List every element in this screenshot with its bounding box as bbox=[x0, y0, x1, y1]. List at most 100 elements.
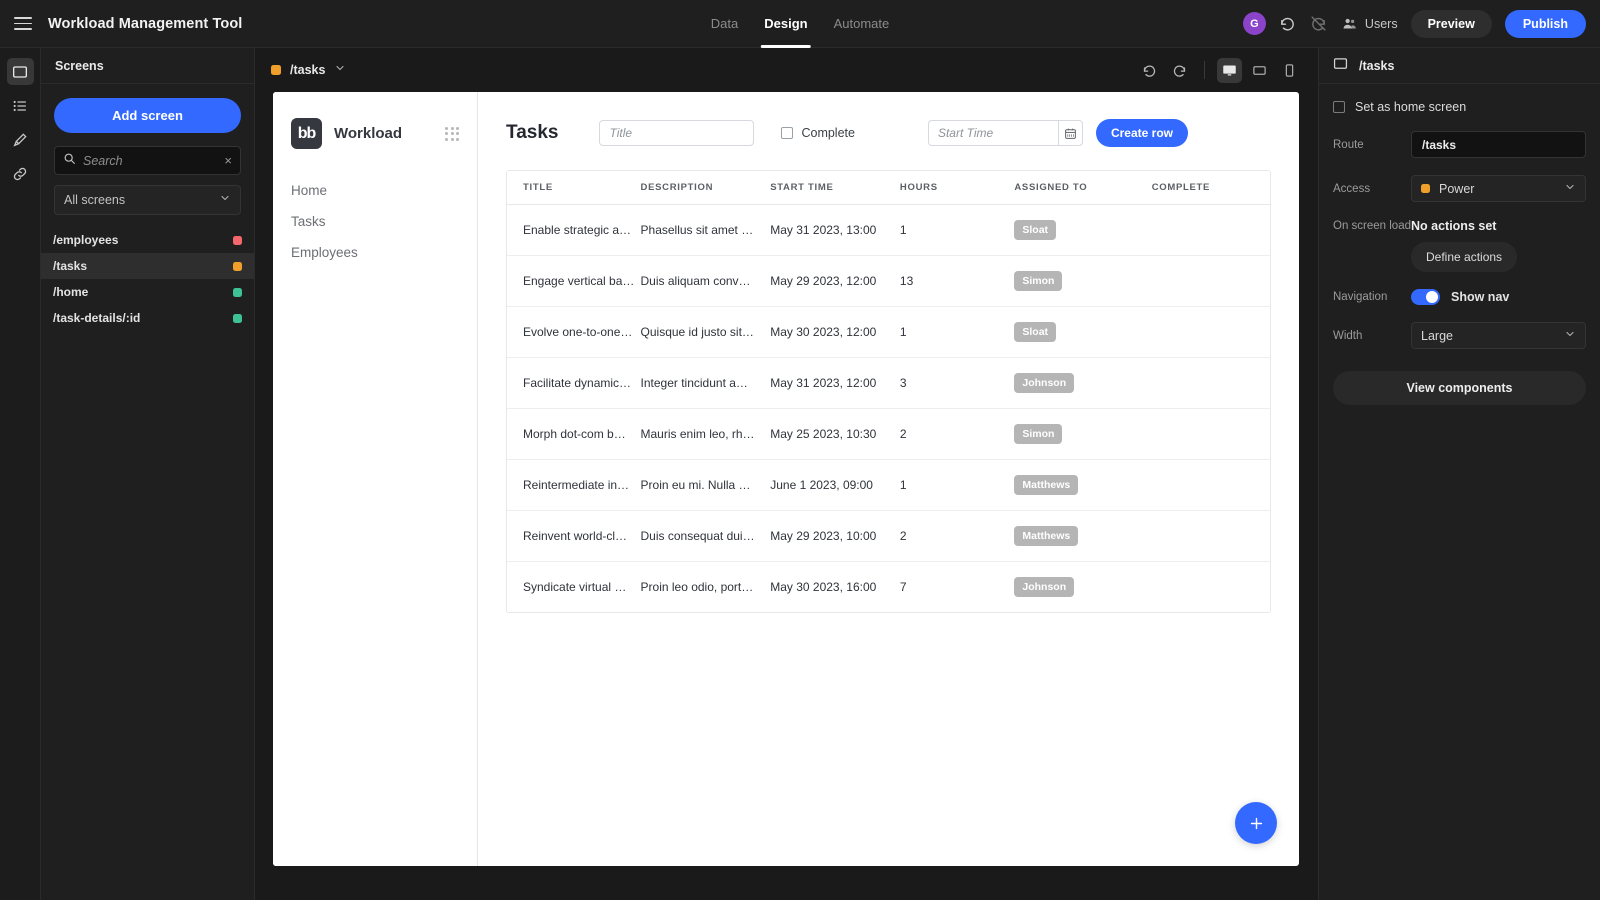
cell-assigned-to: Matthews bbox=[1014, 510, 1152, 562]
app-nav-tasks[interactable]: Tasks bbox=[273, 206, 477, 237]
rail-link-icon[interactable] bbox=[7, 160, 34, 187]
screens-body: Add screen Search × All screens bbox=[41, 84, 254, 215]
tablet-icon[interactable] bbox=[1247, 58, 1272, 83]
top-nav: Data Design Automate bbox=[711, 0, 889, 48]
clear-search-icon[interactable]: × bbox=[224, 153, 232, 168]
screen-color-dot bbox=[233, 235, 242, 245]
navigation-label: Navigation bbox=[1333, 291, 1388, 303]
cell-hours: 1 bbox=[899, 306, 1015, 358]
desktop-icon[interactable] bbox=[1217, 57, 1242, 83]
table-row[interactable]: Reinvent world-cl… Duis consequat dui… M… bbox=[507, 510, 1270, 562]
table-row[interactable]: Engage vertical ba… Duis aliquam conv… M… bbox=[507, 255, 1270, 307]
table-row[interactable]: Syndicate virtual … Proin leo odio, port… bbox=[507, 562, 1270, 613]
cell-title: Reinvent world-cl… bbox=[507, 510, 641, 562]
cell-description: Integer tincidunt a… bbox=[640, 357, 771, 409]
col-description[interactable]: DESCRIPTION bbox=[640, 171, 771, 205]
route-label: Route bbox=[1333, 138, 1364, 151]
drag-grip-icon[interactable] bbox=[445, 126, 459, 141]
access-select[interactable]: Power bbox=[1411, 175, 1586, 202]
redo-disabled-icon[interactable] bbox=[1310, 15, 1328, 33]
width-value: Large bbox=[1421, 328, 1453, 343]
cell-complete bbox=[1151, 459, 1270, 511]
publish-button[interactable]: Publish bbox=[1504, 9, 1586, 38]
view-components-button[interactable]: View components bbox=[1333, 371, 1586, 405]
calendar-icon[interactable] bbox=[1057, 120, 1083, 146]
app-brand: bb Workload bbox=[273, 118, 477, 149]
screen-list-item-home[interactable]: /home bbox=[41, 279, 254, 305]
cell-start-time: May 31 2023, 12:00 bbox=[770, 357, 900, 409]
chevron-down-icon bbox=[1564, 327, 1576, 345]
table-row[interactable]: Reintermediate in… Proin eu mi. Nulla … … bbox=[507, 459, 1270, 511]
undo-icon[interactable] bbox=[1279, 15, 1297, 33]
col-assigned-to[interactable]: ASSIGNED TO bbox=[1014, 171, 1152, 205]
canvas-area: /tasks bb Workload Home Tasks Employees … bbox=[255, 48, 1318, 900]
table-row[interactable]: Enable strategic a… Phasellus sit amet …… bbox=[507, 204, 1270, 256]
canvas-route-selector[interactable]: /tasks bbox=[271, 61, 346, 79]
title-filter-input[interactable]: Title bbox=[599, 120, 755, 146]
define-actions-button[interactable]: Define actions bbox=[1411, 242, 1518, 272]
set-home-screen-checkbox[interactable]: Set as home screen bbox=[1333, 100, 1586, 114]
table-header-row: TITLE DESCRIPTION START TIME HOURS ASSIG… bbox=[507, 171, 1270, 205]
col-hours[interactable]: HOURS bbox=[899, 171, 1015, 205]
screen-list-item-tasks[interactable]: /tasks bbox=[41, 253, 254, 279]
cell-start-time: May 30 2023, 12:00 bbox=[770, 306, 900, 358]
assignee-badge: Sloat bbox=[1014, 322, 1057, 342]
preview-button[interactable]: Preview bbox=[1410, 9, 1492, 38]
table-row[interactable]: Facilitate dynamic… Integer tincidunt a…… bbox=[507, 357, 1270, 409]
chevron-down-icon bbox=[334, 61, 346, 79]
col-complete[interactable]: COMPLETE bbox=[1151, 171, 1270, 205]
onload-value: No actions set bbox=[1411, 219, 1497, 233]
page-title: Tasks bbox=[506, 122, 559, 143]
rail-screens-icon[interactable] bbox=[6, 58, 34, 85]
width-select[interactable]: Large bbox=[1411, 322, 1586, 349]
table-row[interactable]: Evolve one-to-one… Quisque id justo sit…… bbox=[507, 306, 1270, 358]
screen-list-item-employees[interactable]: /employees bbox=[41, 227, 254, 253]
cell-title: Reintermediate in… bbox=[507, 459, 641, 511]
hamburger-icon[interactable] bbox=[14, 17, 32, 30]
cell-description: Duis aliquam conv… bbox=[640, 255, 771, 307]
width-setting-row: Width Large bbox=[1333, 322, 1586, 349]
assignee-badge: Simon bbox=[1014, 424, 1063, 444]
mobile-icon[interactable] bbox=[1277, 58, 1302, 83]
cell-complete bbox=[1151, 357, 1270, 409]
cell-description: Proin eu mi. Nulla … bbox=[640, 459, 771, 511]
canvas-toolbar: /tasks bbox=[255, 48, 1318, 92]
col-start-time[interactable]: START TIME bbox=[770, 171, 900, 205]
checkbox-icon bbox=[781, 127, 794, 139]
cell-complete bbox=[1151, 255, 1270, 307]
users-button[interactable]: Users bbox=[1341, 15, 1398, 33]
canvas-redo-icon[interactable] bbox=[1167, 58, 1192, 83]
start-time-input[interactable]: Start Time bbox=[927, 120, 1058, 146]
screens-filter-select[interactable]: All screens bbox=[54, 185, 241, 215]
assignee-badge: Matthews bbox=[1014, 526, 1079, 546]
assignee-badge: Johnson bbox=[1014, 373, 1075, 393]
create-row-button[interactable]: Create row bbox=[1095, 119, 1188, 147]
rail-list-icon[interactable] bbox=[7, 92, 34, 119]
add-screen-button[interactable]: Add screen bbox=[54, 98, 241, 133]
cell-start-time: May 25 2023, 10:30 bbox=[770, 408, 900, 460]
route-input[interactable]: /tasks bbox=[1411, 131, 1586, 158]
table-row[interactable]: Morph dot-com b… Mauris enim leo, rh… Ma… bbox=[507, 408, 1270, 460]
settings-header: /tasks bbox=[1319, 48, 1600, 84]
show-nav-toggle[interactable] bbox=[1411, 289, 1440, 305]
tab-design[interactable]: Design bbox=[761, 0, 811, 48]
complete-filter-label: Complete bbox=[801, 126, 855, 140]
search-input[interactable]: Search × bbox=[54, 146, 241, 175]
complete-filter-checkbox[interactable]: Complete bbox=[781, 126, 855, 140]
canvas-undo-icon[interactable] bbox=[1137, 58, 1162, 83]
settings-title: /tasks bbox=[1359, 58, 1395, 73]
screen-list-item-task-details[interactable]: /task-details/:id bbox=[41, 305, 254, 331]
app-nav-employees[interactable]: Employees bbox=[273, 237, 477, 268]
add-component-fab[interactable] bbox=[1235, 802, 1277, 844]
route-setting-row: Route /tasks bbox=[1333, 131, 1586, 158]
table-body: Enable strategic a… Phasellus sit amet …… bbox=[507, 204, 1270, 613]
screen-settings-panel: /tasks Set as home screen Route /tasks A… bbox=[1318, 48, 1600, 900]
rail-brush-icon[interactable] bbox=[7, 126, 34, 153]
tab-automate[interactable]: Automate bbox=[834, 0, 890, 48]
app-nav-home[interactable]: Home bbox=[273, 175, 477, 206]
cell-complete bbox=[1151, 510, 1270, 562]
tab-data[interactable]: Data bbox=[711, 0, 738, 48]
tasks-header: Tasks Title Complete Start Time Create r… bbox=[506, 116, 1271, 150]
col-title[interactable]: TITLE bbox=[507, 171, 641, 205]
avatar[interactable]: G bbox=[1242, 12, 1266, 35]
